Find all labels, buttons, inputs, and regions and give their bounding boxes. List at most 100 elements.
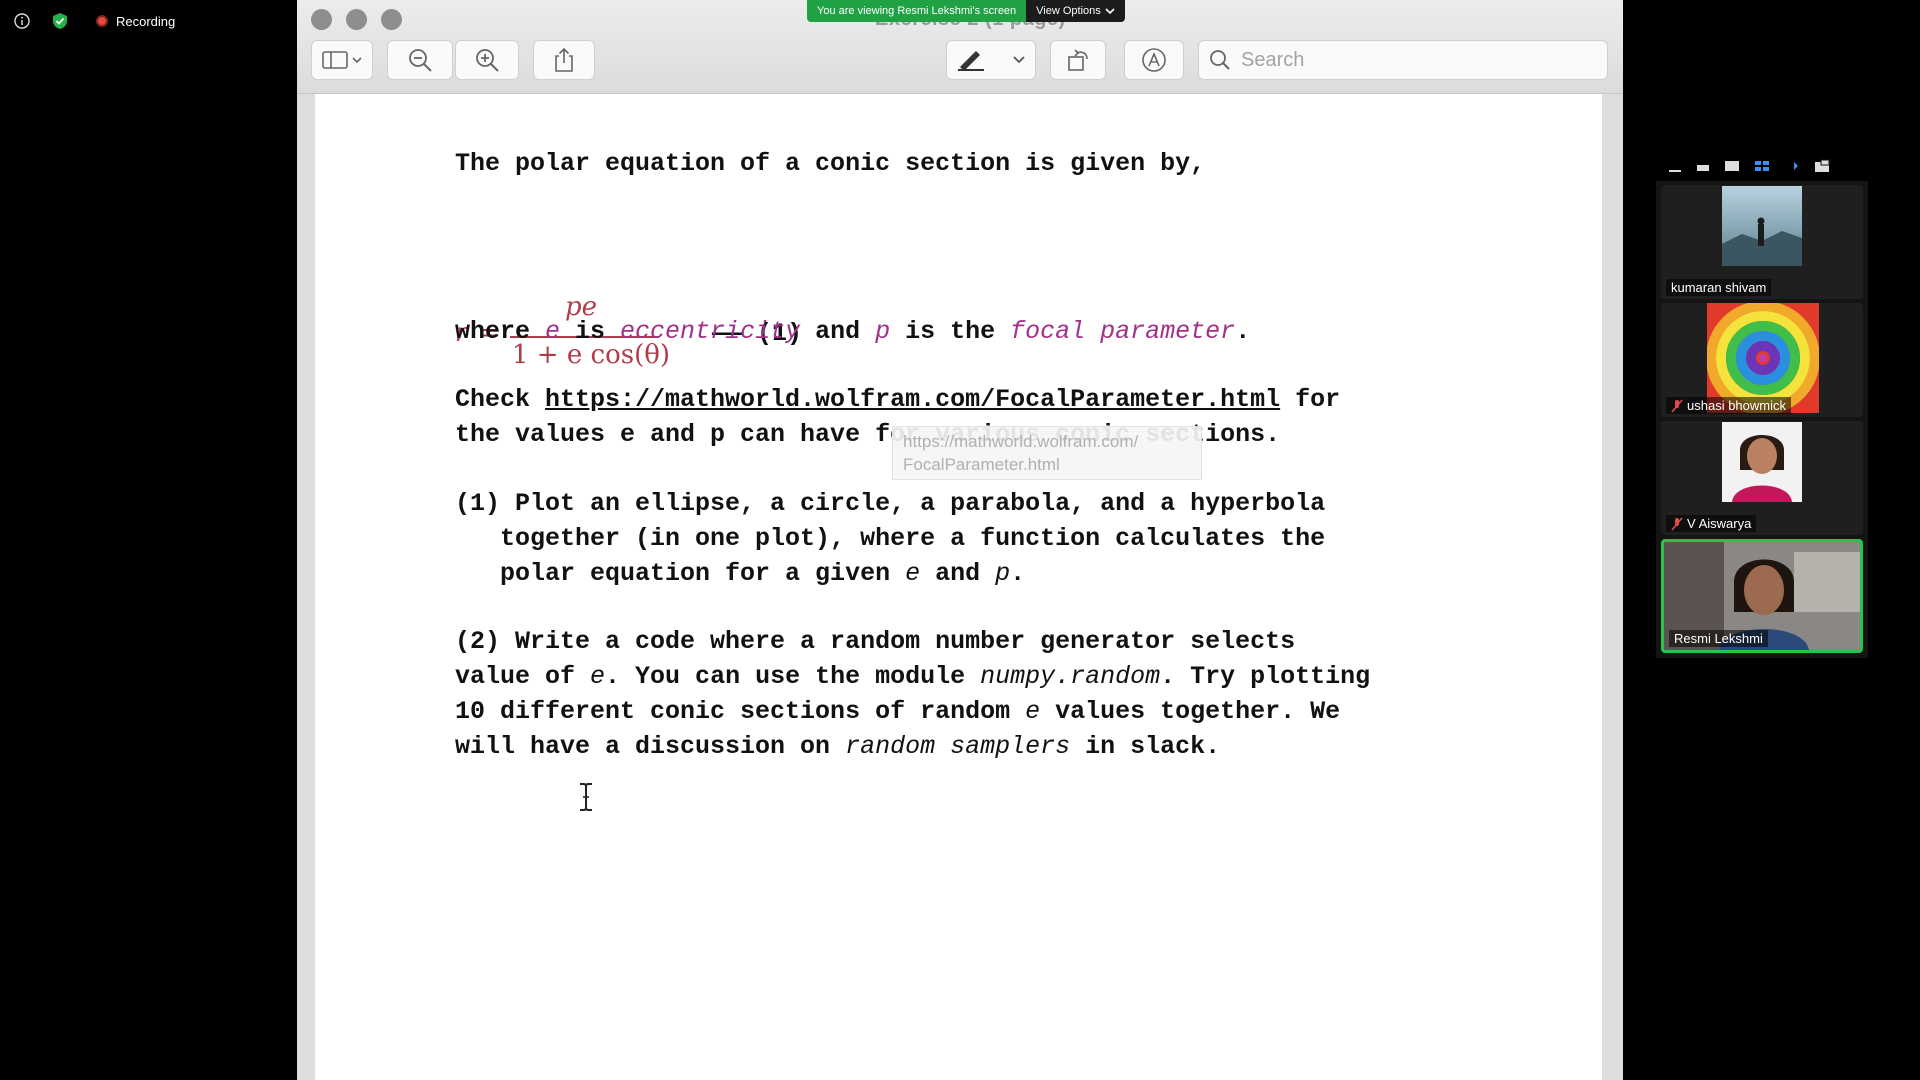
zoom-window-icon[interactable] — [381, 9, 402, 30]
participant-name: Resmi Lekshmi — [1674, 631, 1763, 646]
question-1: (1) Plot an ellipse, a circle, a parabol… — [455, 486, 1325, 591]
text-span: for — [1280, 385, 1341, 414]
preview-window: Exercise 2 (1 page) — [297, 0, 1623, 1080]
recording-indicator[interactable]: Recording — [96, 14, 175, 29]
next-page-icon[interactable] — [1784, 159, 1800, 173]
text-span: Check — [455, 385, 546, 414]
muted-mic-icon — [1671, 516, 1683, 531]
term-e: e — [590, 662, 606, 691]
search-field[interactable] — [1198, 40, 1608, 80]
minimize-video-icon[interactable] — [1668, 159, 1682, 173]
text-span: 10 different conic sections of random — [455, 697, 1026, 726]
gallery-view-icon[interactable] — [1754, 159, 1770, 173]
text-span: . — [1235, 317, 1251, 346]
sidebar-toggle-button[interactable] — [311, 40, 373, 80]
recording-label: Recording — [116, 13, 176, 29]
participant-gallery: kumaran shivam ushasi bhowmick V Aiswary… — [1656, 181, 1868, 658]
document-viewport[interactable]: The polar equation of a conic section is… — [297, 94, 1623, 1080]
text-span: polar equation for a given — [455, 559, 906, 588]
q1-line-3: polar equation for a given e and p. — [455, 556, 1325, 591]
share-icon — [555, 47, 573, 72]
search-input[interactable] — [1241, 48, 1581, 72]
rotate-icon — [1068, 49, 1088, 71]
zoom-in-icon — [476, 49, 499, 72]
rotate-button[interactable] — [1050, 40, 1106, 80]
muted-mic-icon — [1671, 398, 1683, 413]
participant-tile-v-aiswarya[interactable]: V Aiswarya — [1661, 421, 1863, 535]
q2-line-4: will have a discussion on random sampler… — [455, 729, 1370, 764]
participant-name-label: kumaran shivam — [1666, 279, 1772, 296]
term-numpy-random: numpy.random — [980, 662, 1161, 691]
participant-name-label: V Aiswarya — [1666, 515, 1757, 532]
question-2: (2) Write a code where a random number g… — [455, 624, 1370, 764]
text-span: values together. We — [1040, 697, 1341, 726]
viewing-banner: You are viewing Resmi Lekshmi's screen V… — [807, 0, 1125, 22]
text-span: in slack. — [1070, 732, 1221, 761]
text-span: is — [560, 317, 621, 346]
markup-toolbar-button[interactable] — [1124, 40, 1184, 80]
zoom-in-button[interactable] — [455, 40, 519, 80]
text-cursor-icon — [580, 783, 592, 811]
zoom-status-bar: Recording — [12, 10, 175, 32]
tooltip-line-1: https://mathworld.wolfram.com/ — [903, 432, 1139, 451]
participant-tile-ushasi-bhowmick[interactable]: ushasi bhowmick — [1661, 303, 1863, 417]
q1-line-1: (1) Plot an ellipse, a circle, a parabol… — [455, 489, 1326, 518]
kumaran-shivam-avatar — [1722, 186, 1802, 266]
document-text: The polar equation of a conic section is… — [455, 146, 1205, 181]
participant-name: kumaran shivam — [1671, 280, 1767, 295]
intro-line: The polar equation of a conic section is… — [455, 149, 1206, 178]
zoom-out-icon — [409, 49, 432, 72]
term-p: p — [875, 317, 891, 346]
share-button[interactable] — [533, 40, 595, 80]
participant-name-label: Resmi Lekshmi — [1669, 630, 1768, 647]
v-aiswarya-avatar — [1722, 422, 1802, 502]
q2-line-2: value of e. You can use the module numpy… — [455, 659, 1370, 694]
term-e: e — [905, 559, 921, 588]
zoom-meeting-screen: Recording Exercise 2 (1 page) — [0, 0, 1920, 1080]
q2-line-1: (2) Write a code where a random number g… — [455, 627, 1296, 656]
text-span: will have a discussion on — [455, 732, 846, 761]
text-span: is the — [890, 317, 1011, 346]
text-span: . — [1010, 559, 1026, 588]
term-random-samplers: random samplers — [845, 732, 1071, 761]
text-span: . Try plotting — [1160, 662, 1371, 691]
q1-line-2: together (in one plot), where a function… — [455, 524, 1326, 553]
close-window-icon[interactable] — [311, 9, 332, 30]
participant-tile-kumaran-shivam[interactable]: kumaran shivam — [1661, 185, 1863, 299]
recording-dot-icon — [96, 15, 108, 27]
info-icon[interactable] — [12, 11, 32, 31]
text-span: value of — [455, 662, 591, 691]
shield-icon[interactable] — [50, 11, 70, 31]
definitions-paragraph: where e is eccentricity and p is the foc… — [455, 314, 1250, 349]
view-options-label: View Options — [1036, 5, 1101, 17]
mathworld-link[interactable]: https://mathworld.wolfram.com/FocalParam… — [545, 385, 1280, 414]
chevron-down-icon — [1105, 8, 1115, 15]
term-e: e — [545, 317, 561, 346]
hide-video-icon[interactable] — [1696, 159, 1710, 173]
text-span: and — [920, 559, 996, 588]
term-focal-parameter: focal parameter — [1010, 317, 1236, 346]
term-e: e — [1025, 697, 1041, 726]
speaker-view-icon[interactable] — [1724, 159, 1740, 173]
term-eccentricity: eccentricity — [620, 317, 801, 346]
markup-icon — [1142, 48, 1166, 72]
sidebar-icon — [322, 51, 362, 69]
term-p: p — [995, 559, 1011, 588]
text-span: and — [800, 317, 876, 346]
document-page[interactable]: The polar equation of a conic section is… — [315, 94, 1602, 1080]
zoom-out-button[interactable] — [387, 40, 453, 80]
participant-name: V Aiswarya — [1687, 516, 1752, 531]
markup-pen-button[interactable] — [946, 40, 1036, 80]
video-layout-controls — [1668, 156, 1830, 176]
minimize-window-icon[interactable] — [346, 9, 367, 30]
participant-name: ushasi bhowmick — [1687, 398, 1786, 413]
participant-tile-resmi-lekshmi[interactable]: Resmi Lekshmi — [1661, 539, 1863, 653]
view-options-button[interactable]: View Options — [1026, 0, 1125, 22]
where-line: where e is eccentricity and p is the foc… — [455, 314, 1250, 349]
pop-out-icon[interactable] — [1814, 159, 1830, 173]
q2-line-3: 10 different conic sections of random e … — [455, 694, 1370, 729]
participant-name-label: ushasi bhowmick — [1666, 397, 1791, 414]
pen-icon — [958, 51, 1025, 71]
viewing-message: You are viewing Resmi Lekshmi's screen — [807, 0, 1027, 22]
link-tooltip: https://mathworld.wolfram.com/ FocalPara… — [892, 426, 1202, 480]
